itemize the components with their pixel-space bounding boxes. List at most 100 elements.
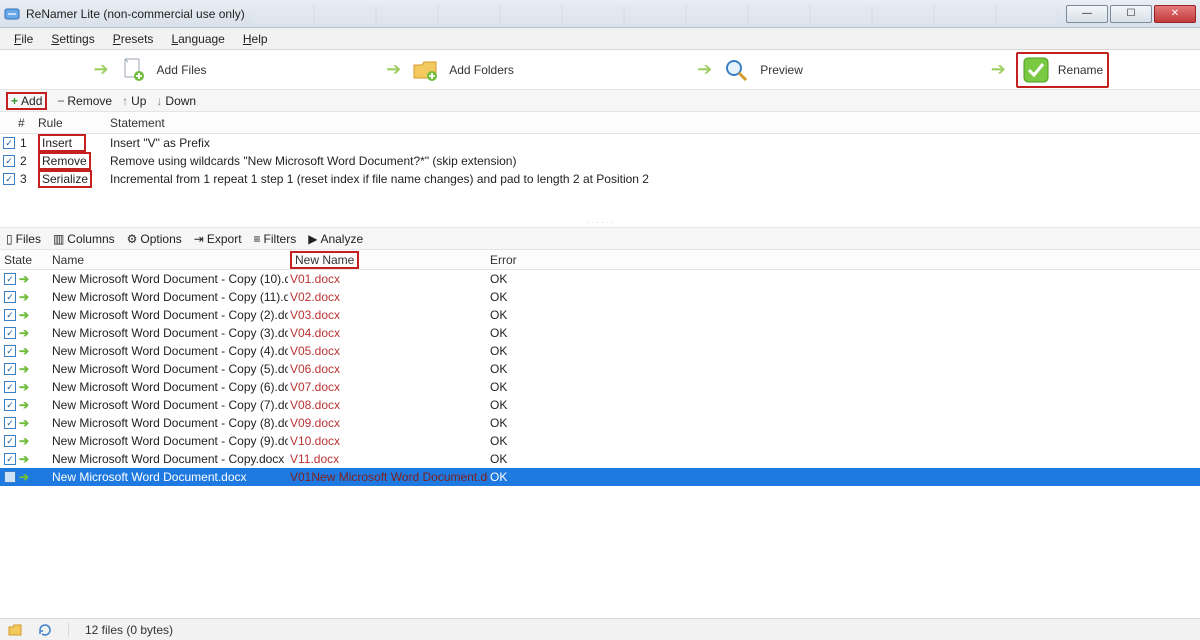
menu-bar: File Settings Presets Language Help <box>0 28 1200 50</box>
arrow-up-icon: ↑ <box>122 94 128 108</box>
rules-col-num[interactable]: # <box>18 116 36 130</box>
file-error: OK <box>488 398 568 412</box>
rules-col-rule[interactable]: Rule <box>36 116 106 130</box>
add-folders-icon <box>411 56 439 84</box>
arrow-right-icon: ➔ <box>19 398 29 412</box>
file-error: OK <box>488 434 568 448</box>
file-checkbox[interactable]: ✓ <box>4 291 16 303</box>
file-name: New Microsoft Word Document - Copy (3).d… <box>50 326 288 340</box>
file-checkbox[interactable]: ✓ <box>4 345 16 357</box>
separator <box>68 623 69 637</box>
file-name: New Microsoft Word Document - Copy (7).d… <box>50 398 288 412</box>
file-error: OK <box>488 362 568 376</box>
rename-label: Rename <box>1058 63 1103 77</box>
files-col-newname[interactable]: New Name <box>288 251 488 269</box>
minimize-button[interactable]: — <box>1066 5 1108 23</box>
menu-presets[interactable]: Presets <box>105 30 162 48</box>
menu-help[interactable]: Help <box>235 30 276 48</box>
rule-checkbox[interactable]: ✓ <box>3 173 15 185</box>
files-col-name[interactable]: Name <box>50 253 288 267</box>
add-files-icon <box>119 56 147 84</box>
rules-up-button[interactable]: ↑Up <box>122 94 146 108</box>
status-folder-icon[interactable] <box>8 623 22 637</box>
files-col-state[interactable]: State <box>0 253 50 267</box>
file-checkbox[interactable]: ✓ <box>4 363 16 375</box>
rules-down-button[interactable]: ↓Down <box>156 94 196 108</box>
file-checkbox[interactable] <box>4 471 16 483</box>
status-bar: 12 files (0 bytes) <box>0 618 1200 640</box>
add-files-button[interactable]: Add Files <box>157 63 207 77</box>
file-row[interactable]: ✓➔ New Microsoft Word Document - Copy.doc… <box>0 450 1200 468</box>
file-state: ✓➔ <box>0 362 50 376</box>
file-new-name: V01New Microsoft Word Document.docx <box>288 470 488 484</box>
splitter[interactable]: · · · · · · <box>0 188 1200 228</box>
rules-col-statement[interactable]: Statement <box>106 116 1200 130</box>
menu-file[interactable]: File <box>6 30 41 48</box>
menu-language[interactable]: Language <box>163 30 232 48</box>
file-new-name: V06.docx <box>288 362 488 376</box>
maximize-button[interactable]: ☐ <box>1110 5 1152 23</box>
rules-toolbar: +Add −Remove ↑Up ↓Down <box>0 90 1200 112</box>
files-columns-button[interactable]: ▥ Columns <box>53 232 115 246</box>
rule-row[interactable]: ✓3SerializeIncremental from 1 repeat 1 s… <box>0 170 1200 188</box>
file-checkbox[interactable]: ✓ <box>4 453 16 465</box>
arrow-right-icon: ➔ <box>19 452 29 466</box>
close-button[interactable]: ✕ <box>1154 5 1196 23</box>
file-name: New Microsoft Word Document - Copy (8).d… <box>50 416 288 430</box>
files-filters-button[interactable]: ≡ Filters <box>254 232 297 246</box>
file-checkbox[interactable]: ✓ <box>4 273 16 285</box>
files-export-button[interactable]: ⇥ Export <box>194 232 242 246</box>
file-row[interactable]: ✓➔New Microsoft Word Document - Copy (5)… <box>0 360 1200 378</box>
file-name: New Microsoft Word Document - Copy (11).… <box>50 290 288 304</box>
file-new-name: V08.docx <box>288 398 488 412</box>
file-state: ✓➔ <box>0 344 50 358</box>
arrow-icon: ➔ <box>386 59 401 80</box>
file-row[interactable]: ✓➔New Microsoft Word Document - Copy (6)… <box>0 378 1200 396</box>
files-icon: ▯ <box>6 232 13 246</box>
file-row[interactable]: ✓➔New Microsoft Word Document - Copy (10… <box>0 270 1200 288</box>
file-name: New Microsoft Word Document - Copy.docx <box>50 452 288 466</box>
arrow-icon: ➔ <box>697 59 712 80</box>
file-row[interactable]: ✓➔New Microsoft Word Document - Copy (4)… <box>0 342 1200 360</box>
arrow-right-icon: ➔ <box>19 434 29 448</box>
file-row[interactable]: ✓➔New Microsoft Word Document - Copy (3)… <box>0 324 1200 342</box>
file-state: ✓➔ <box>0 380 50 394</box>
file-checkbox[interactable]: ✓ <box>4 417 16 429</box>
arrow-down-icon: ↓ <box>156 94 162 108</box>
file-new-name: V05.docx <box>288 344 488 358</box>
file-checkbox[interactable]: ✓ <box>4 381 16 393</box>
add-folders-button[interactable]: Add Folders <box>449 63 514 77</box>
rule-checkbox[interactable]: ✓ <box>3 155 15 167</box>
status-refresh-icon[interactable] <box>38 623 52 637</box>
file-checkbox[interactable]: ✓ <box>4 435 16 447</box>
files-col-error[interactable]: Error <box>488 253 568 267</box>
files-files-button[interactable]: ▯ Files <box>6 232 41 246</box>
rule-checkbox[interactable]: ✓ <box>3 137 15 149</box>
arrow-right-icon: ➔ <box>19 344 29 358</box>
file-checkbox[interactable]: ✓ <box>4 399 16 411</box>
files-analyze-button[interactable]: ▶ Analyze <box>308 232 363 246</box>
rules-table-header: # Rule Statement <box>0 112 1200 134</box>
rule-row[interactable]: ✓2RemoveRemove using wildcards "New Micr… <box>0 152 1200 170</box>
file-row[interactable]: ✓➔New Microsoft Word Document - Copy (9)… <box>0 432 1200 450</box>
file-row[interactable]: ✓➔New Microsoft Word Document - Copy (2)… <box>0 306 1200 324</box>
main-toolbar: ➔ Add Files ➔ Add Folders ➔ Preview ➔ Re… <box>0 50 1200 90</box>
file-checkbox[interactable]: ✓ <box>4 327 16 339</box>
preview-button[interactable]: Preview <box>760 63 803 77</box>
file-state: ✓➔ <box>0 434 50 448</box>
file-row[interactable]: ➔New Microsoft Word Document.docxV01New … <box>0 468 1200 486</box>
options-icon: ⚙ <box>127 232 138 246</box>
file-checkbox[interactable]: ✓ <box>4 309 16 321</box>
file-row[interactable]: ✓➔ New Microsoft Word Document - Copy (7)… <box>0 396 1200 414</box>
files-options-button[interactable]: ⚙ Options <box>127 232 182 246</box>
status-text: 12 files (0 bytes) <box>85 623 173 637</box>
file-new-name: V07.docx <box>288 380 488 394</box>
file-row[interactable]: ✓➔New Microsoft Word Document - Copy (11… <box>0 288 1200 306</box>
file-error: OK <box>488 380 568 394</box>
rule-row[interactable]: ✓1InsertInsert "V" as Prefix <box>0 134 1200 152</box>
rules-add-button[interactable]: +Add <box>6 92 47 110</box>
rules-remove-button[interactable]: −Remove <box>57 94 112 108</box>
rename-button[interactable]: Rename <box>1016 52 1109 88</box>
menu-settings[interactable]: Settings <box>43 30 102 48</box>
file-row[interactable]: ✓➔New Microsoft Word Document - Copy (8)… <box>0 414 1200 432</box>
